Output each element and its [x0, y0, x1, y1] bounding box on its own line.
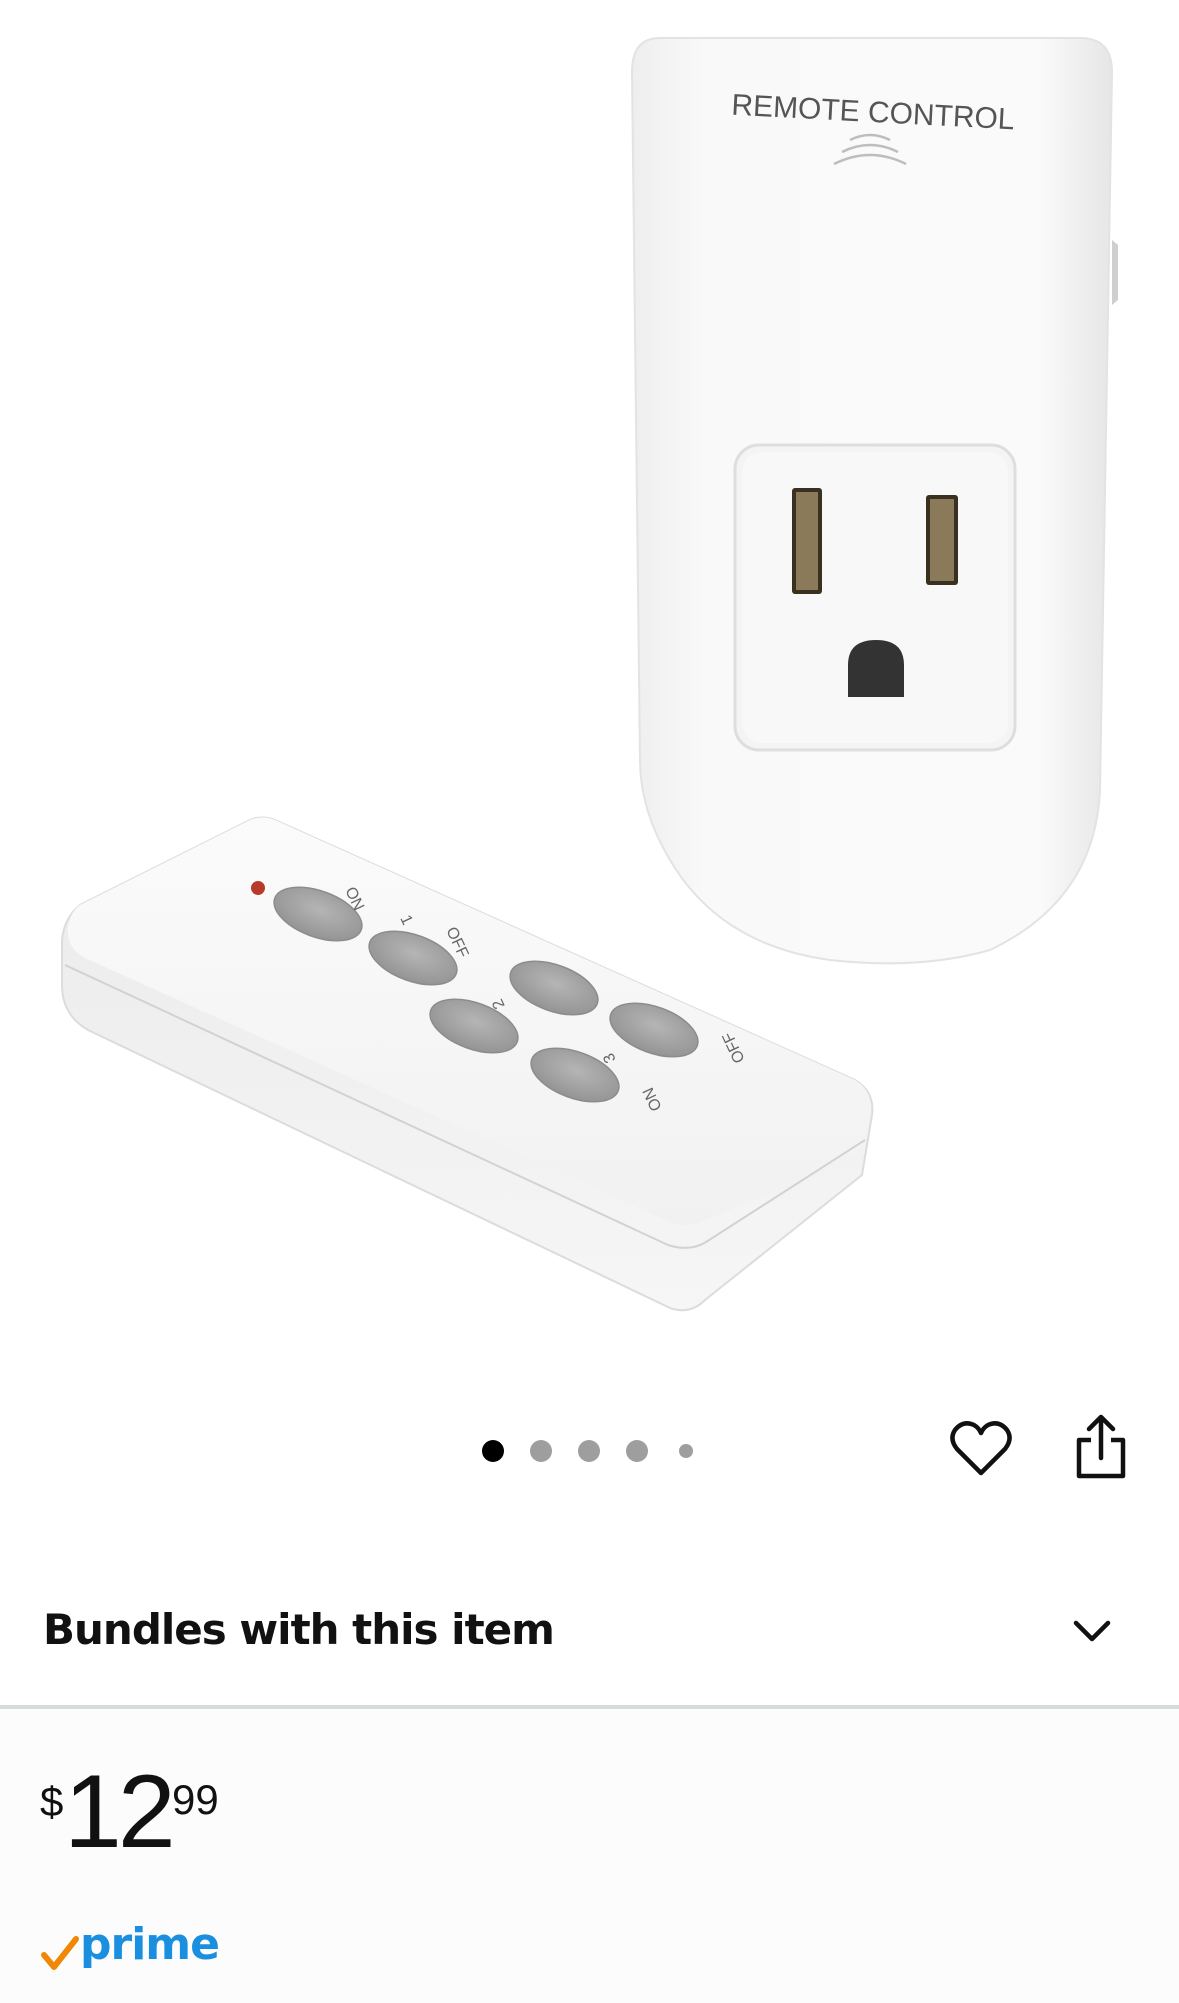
product-image[interactable]: REMOTE CONTROL ON 1 OFF 2 3 OFF ON	[0, 0, 1179, 1390]
outlet-device: REMOTE CONTROL	[630, 37, 1118, 965]
prime-label: prime	[80, 1919, 220, 1970]
price-whole: 12	[64, 1754, 176, 1870]
carousel-dot[interactable]	[578, 1440, 600, 1462]
product-photo: REMOTE CONTROL ON 1 OFF 2 3 OFF ON	[61, 37, 1118, 1312]
chevron-down-icon[interactable]	[1062, 1607, 1122, 1657]
bundles-title: Bundles with this item	[43, 1605, 555, 1654]
carousel-dot[interactable]	[530, 1440, 552, 1462]
bundles-section[interactable]: Bundles with this item	[0, 1585, 1179, 1680]
favorite-button[interactable]	[944, 1412, 1018, 1486]
carousel-dot[interactable]	[626, 1440, 648, 1462]
price-symbol: $	[40, 1778, 64, 1825]
share-button[interactable]	[1064, 1410, 1138, 1484]
prime-badge: prime	[40, 1919, 260, 1985]
prime-check-icon	[41, 1936, 79, 1970]
share-icon	[1076, 1414, 1126, 1479]
carousel-dot[interactable]	[679, 1444, 693, 1458]
heart-icon	[950, 1421, 1012, 1476]
carousel-dot[interactable]	[482, 1440, 504, 1462]
price-fraction: 99	[172, 1776, 219, 1823]
